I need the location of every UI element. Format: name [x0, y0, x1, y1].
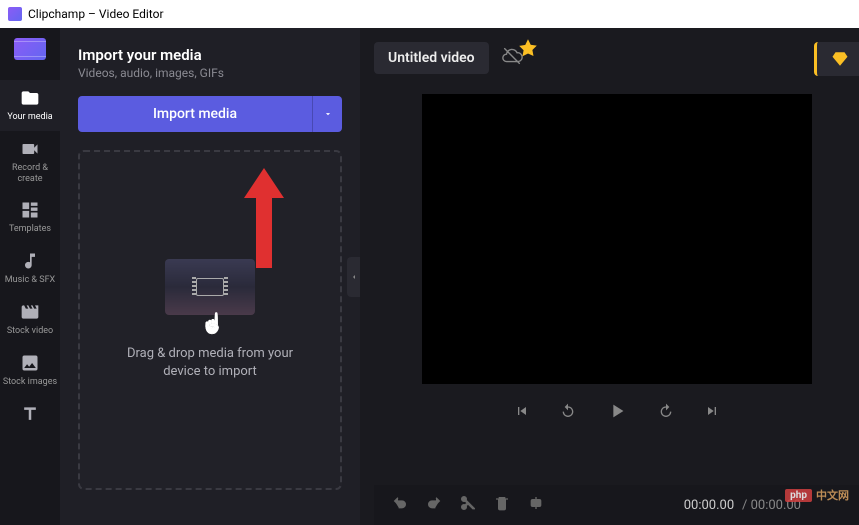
playback-controls [422, 400, 812, 426]
watermark: php 中文网 [785, 487, 849, 503]
main-editor: Untitled video [360, 28, 859, 525]
sidebar-item-your-media[interactable]: Your media [0, 80, 60, 131]
text-icon [20, 404, 40, 424]
time-current: 00:00.00 [684, 498, 734, 513]
app-icon [8, 7, 22, 21]
drop-zone-thumbnail: ☝ [165, 259, 255, 315]
premium-button[interactable] [814, 42, 859, 76]
delete-button[interactable] [494, 495, 510, 515]
nav-label: Stock images [3, 377, 57, 388]
clipchamp-logo[interactable] [14, 38, 46, 60]
cloud-sync-button[interactable] [501, 45, 523, 71]
redo-button[interactable] [426, 495, 442, 515]
watermark-badge: php [785, 489, 812, 502]
nav-label: Your media [7, 112, 52, 123]
video-title-input[interactable]: Untitled video [374, 42, 489, 74]
pointer-icon: ☝ [200, 311, 225, 335]
sidebar-nav: Your media Record & create Templates Mus… [0, 28, 60, 525]
nav-label: Music & SFX [5, 275, 55, 286]
drop-zone-text: Drag & drop media from your device to im… [80, 345, 340, 381]
folder-icon [20, 88, 40, 108]
nav-label: Templates [9, 224, 51, 235]
import-button-group: Import media [78, 96, 342, 132]
watermark-text: 中文网 [816, 487, 849, 503]
sidebar-item-stock-images[interactable]: Stock images [0, 345, 60, 396]
image-icon [20, 353, 40, 373]
crop-button[interactable] [528, 495, 544, 515]
premium-badge-icon [517, 39, 529, 51]
import-dropdown-button[interactable] [312, 96, 342, 132]
time-display: 00:00.00 / 00:00.00 [684, 498, 801, 513]
play-button[interactable] [606, 400, 628, 426]
chevron-down-icon [323, 109, 333, 119]
sidebar-item-templates[interactable]: Templates [0, 192, 60, 243]
import-media-button[interactable]: Import media [78, 96, 312, 132]
sidebar-item-record-create[interactable]: Record & create [0, 131, 60, 193]
templates-icon [20, 200, 40, 220]
rewind-button[interactable] [560, 403, 576, 423]
drop-zone[interactable]: ☝ Drag & drop media from your device to … [78, 150, 342, 490]
nav-label: Record & create [2, 163, 58, 185]
top-bar: Untitled video [374, 42, 859, 74]
title-bar: Clipchamp – Video Editor [0, 0, 859, 28]
film-icon [20, 302, 40, 322]
sidebar-item-music-sfx[interactable]: Music & SFX [0, 243, 60, 294]
undo-button[interactable] [392, 495, 408, 515]
filmstrip-icon [196, 278, 224, 296]
split-button[interactable] [460, 495, 476, 515]
camera-icon [20, 139, 40, 159]
preview-area [374, 94, 859, 471]
nav-label: Stock video [7, 326, 53, 337]
music-icon [20, 251, 40, 271]
skip-start-button[interactable] [514, 403, 530, 423]
diamond-icon [831, 50, 849, 68]
forward-button[interactable] [658, 403, 674, 423]
collapse-panel-button[interactable] [347, 257, 361, 297]
media-panel: Import your media Videos, audio, images,… [60, 28, 360, 525]
timeline-tools [392, 495, 544, 515]
window-title: Clipchamp – Video Editor [28, 7, 164, 21]
chevron-left-icon [350, 273, 358, 281]
panel-title: Import your media [78, 46, 342, 64]
panel-subtitle: Videos, audio, images, GIFs [78, 66, 342, 80]
sidebar-item-stock-video[interactable]: Stock video [0, 294, 60, 345]
video-preview[interactable] [422, 94, 812, 384]
sidebar-item-text[interactable] [0, 396, 60, 432]
skip-end-button[interactable] [704, 403, 720, 423]
